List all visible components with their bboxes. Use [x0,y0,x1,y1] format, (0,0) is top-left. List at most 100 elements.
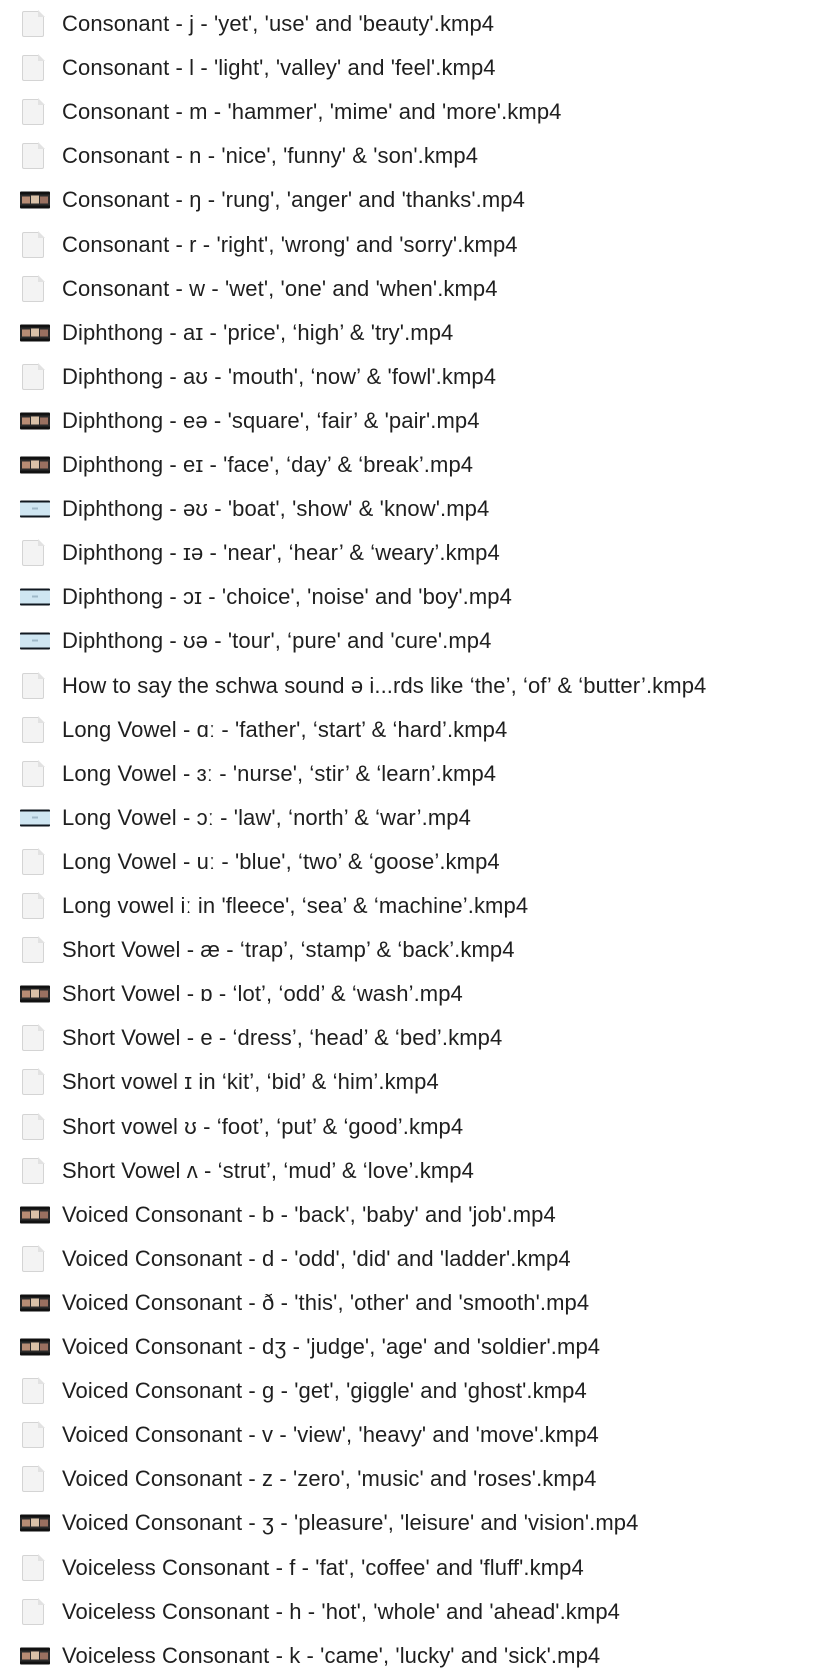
document-icon [22,54,45,82]
document-icon [22,1553,45,1581]
video-thumbnail-icon [20,456,50,474]
file-row[interactable]: Diphthong - ʊə - 'tour', ‘pure' and 'cur… [0,619,824,663]
file-row[interactable]: Voiced Consonant - ð - 'this', 'other' a… [0,1281,824,1325]
file-row[interactable]: Consonant - l - 'light', 'valley' and 'f… [0,46,824,90]
file-row[interactable]: Short vowel ɪ in ‘kit’, ‘bid’ & ‘him’.km… [0,1060,824,1104]
file-name: Consonant - n - 'nice', 'funny' & 'son'.… [62,143,479,169]
file-name: Long Vowel - uː - 'blue', ‘two’ & ‘goose… [62,848,500,874]
document-icon [22,671,45,699]
file-name: Voiced Consonant - dʒ - 'judge', 'age' a… [62,1334,601,1359]
file-name: Consonant - w - 'wet', 'one' and 'when'.… [62,275,498,301]
file-name: Long Vowel - ɔː - 'law', ‘north’ & ‘war’… [62,804,471,830]
document-icon [22,1377,45,1405]
file-name: Consonant - ŋ - 'rung', 'anger' and 'tha… [62,187,525,213]
file-row[interactable]: Diphthong - ɪə - 'near', ‘hear’ & ‘weary… [0,531,824,575]
file-row[interactable]: Long Vowel - ɜː - 'nurse', ‘stir’ & ‘lea… [0,752,824,796]
file-row[interactable]: Diphthong - eə - 'square', ‘fair’ & 'pai… [0,399,824,443]
file-row[interactable]: Long vowel iː in 'fleece', ‘sea’ & ‘mach… [0,884,824,928]
file-row[interactable]: Voiced Consonant - g - 'get', 'giggle' a… [0,1369,824,1413]
document-icon [22,892,45,919]
video-thumbnail-light-icon [20,809,50,827]
document-icon [22,230,45,258]
video-thumbnail-icon [20,1514,50,1532]
document-icon [22,715,45,743]
file-name: Short Vowel - ɒ - ‘lot’, ‘odd’ & ‘wash’.… [62,981,463,1007]
file-name: Diphthong - əʊ - 'boat', 'show' & 'know'… [62,496,490,522]
file-name: Short vowel ʊ - ‘foot’, ‘put’ & ‘good’.k… [62,1113,464,1139]
file-row[interactable]: Voiced Consonant - dʒ - 'judge', 'age' a… [0,1325,824,1369]
file-row[interactable]: Consonant - j - 'yet', 'use' and 'beauty… [0,2,824,46]
file-name: Voiced Consonant - z - 'zero', 'music' a… [62,1466,597,1492]
file-row[interactable]: Voiced Consonant - z - 'zero', 'music' a… [0,1457,824,1501]
document-icon [22,1244,45,1272]
file-row[interactable]: Long Vowel - ɑː - 'father', ‘start’ & ‘h… [0,708,824,752]
file-name: Consonant - l - 'light', 'valley' and 'f… [62,55,496,81]
file-row[interactable]: Diphthong - əʊ - 'boat', 'show' & 'know'… [0,487,824,531]
file-row[interactable]: Long Vowel - uː - 'blue', ‘two’ & ‘goose… [0,840,824,884]
document-icon [22,1024,45,1052]
file-row[interactable]: How to say the schwa sound ə i...rds lik… [0,664,824,708]
document-icon [22,936,45,964]
file-name: Short Vowel - e - ‘dress’, ‘head’ & ‘bed… [62,1025,503,1051]
file-row[interactable]: Voiced Consonant - ʒ - 'pleasure', 'leis… [0,1501,824,1545]
file-row[interactable]: Voiceless Consonant - h - 'hot', 'whole'… [0,1590,824,1634]
video-thumbnail-light-icon [20,632,50,650]
video-thumbnail-light-icon [20,588,50,606]
file-name: Consonant - r - 'right', 'wrong' and 'so… [62,231,518,257]
file-name: Long Vowel - ɑː - 'father', ‘start’ & ‘h… [62,716,508,742]
video-thumbnail-icon [20,191,50,209]
file-name: Diphthong - eɪ - 'face', ‘day’ & ‘break’… [62,452,474,477]
file-name: Diphthong - ʊə - 'tour', ‘pure' and 'cur… [62,628,492,654]
file-name: Voiceless Consonant - h - 'hot', 'whole'… [62,1598,621,1624]
file-row[interactable]: Consonant - ŋ - 'rung', 'anger' and 'tha… [0,178,824,222]
document-icon [22,142,45,170]
video-thumbnail-light-icon [20,500,50,518]
file-name: Consonant - j - 'yet', 'use' and 'beauty… [62,11,495,36]
file-name: Diphthong - ɔɪ - 'choice', 'noise' and '… [62,584,512,610]
file-row[interactable]: Consonant - n - 'nice', 'funny' & 'son'.… [0,134,824,178]
file-row[interactable]: Voiceless Consonant - k - 'came', 'lucky… [0,1634,824,1676]
document-icon [22,1156,45,1184]
file-row[interactable]: Voiceless Consonant - f - 'fat', 'coffee… [0,1546,824,1590]
video-thumbnail-icon [20,1338,50,1356]
file-row[interactable]: Diphthong - eɪ - 'face', ‘day’ & ‘break’… [0,443,824,487]
file-row[interactable]: Short vowel ʊ - ‘foot’, ‘put’ & ‘good’.k… [0,1105,824,1149]
video-thumbnail-icon [20,1294,50,1312]
file-name: How to say the schwa sound ə i...rds lik… [62,672,707,698]
video-thumbnail-icon [20,412,50,430]
file-row[interactable]: Voiced Consonant - b - 'back', 'baby' an… [0,1193,824,1237]
document-icon [22,1068,45,1096]
file-name: Long vowel iː in 'fleece', ‘sea’ & ‘mach… [62,893,529,918]
file-row[interactable]: Diphthong - aʊ - 'mouth', ‘now’ & 'fowl'… [0,355,824,399]
document-icon [22,362,45,390]
file-name: Consonant - m - 'hammer', 'mime' and 'mo… [62,99,562,125]
file-name: Diphthong - aʊ - 'mouth', ‘now’ & 'fowl'… [62,363,497,389]
file-name: Voiceless Consonant - f - 'fat', 'coffee… [62,1554,584,1580]
file-name: Voiced Consonant - ð - 'this', 'other' a… [62,1289,590,1315]
document-icon [22,1597,45,1625]
file-name: Short Vowel ʌ - ‘strut’, ‘mud’ & ‘love’.… [62,1157,474,1183]
file-name: Voiced Consonant - g - 'get', 'giggle' a… [62,1378,587,1404]
file-row[interactable]: Consonant - m - 'hammer', 'mime' and 'mo… [0,90,824,134]
file-row[interactable]: Short Vowel - æ - ‘trap’, ‘stamp’ & ‘bac… [0,928,824,972]
file-row[interactable]: Consonant - r - 'right', 'wrong' and 'so… [0,223,824,267]
file-row[interactable]: Consonant - w - 'wet', 'one' and 'when'.… [0,267,824,311]
document-icon [22,759,45,787]
document-icon [22,1465,45,1493]
file-row[interactable]: Diphthong - aɪ - 'price', ‘high’ & 'try'… [0,311,824,355]
file-list: Consonant - j - 'yet', 'use' and 'beauty… [0,0,824,1676]
file-name: Voiced Consonant - b - 'back', 'baby' an… [62,1201,556,1227]
file-row[interactable]: Voiced Consonant - v - 'view', 'heavy' a… [0,1413,824,1457]
file-row[interactable]: Short Vowel - e - ‘dress’, ‘head’ & ‘bed… [0,1016,824,1060]
file-row[interactable]: Voiced Consonant - d - 'odd', 'did' and … [0,1237,824,1281]
file-name: Diphthong - eə - 'square', ‘fair’ & 'pai… [62,407,480,433]
document-icon [22,847,45,875]
file-row[interactable]: Short Vowel - ɒ - ‘lot’, ‘odd’ & ‘wash’.… [0,972,824,1016]
video-thumbnail-icon [20,324,50,342]
file-row[interactable]: Short Vowel ʌ - ‘strut’, ‘mud’ & ‘love’.… [0,1149,824,1193]
file-name: Voiceless Consonant - k - 'came', 'lucky… [62,1642,601,1668]
video-thumbnail-icon [20,1647,50,1665]
file-row[interactable]: Diphthong - ɔɪ - 'choice', 'noise' and '… [0,575,824,619]
document-icon [22,1421,45,1449]
file-row[interactable]: Long Vowel - ɔː - 'law', ‘north’ & ‘war’… [0,796,824,840]
